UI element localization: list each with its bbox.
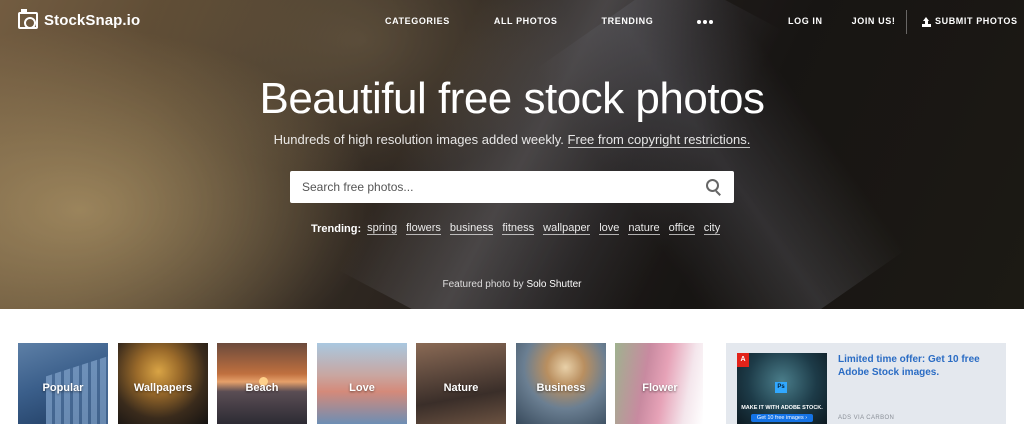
featured-prefix: Featured photo by xyxy=(442,279,527,290)
category-tile-business[interactable]: Business xyxy=(516,343,606,424)
hero-overlay xyxy=(0,0,1024,309)
nav-all-photos[interactable]: ALL PHOTOS xyxy=(494,16,558,26)
submit-photos-label: SUBMIT PHOTOS xyxy=(935,16,1018,26)
featured-credit: Featured photo by Solo Shutter xyxy=(0,279,1024,290)
trending-tag[interactable]: wallpaper xyxy=(543,222,591,235)
camera-icon xyxy=(18,9,38,29)
category-label: Beach xyxy=(245,382,279,394)
nav-divider xyxy=(906,10,907,34)
logo-text: StockSnap.io xyxy=(44,12,141,29)
category-tile-popular[interactable]: Popular xyxy=(18,343,108,424)
category-label: Nature xyxy=(443,382,479,394)
trending-tag[interactable]: flowers xyxy=(406,222,441,235)
hero-subtitle-text: Hundreds of high resolution images added… xyxy=(273,132,568,147)
category-tile-beach[interactable]: Beach xyxy=(217,343,307,424)
trending-tag[interactable]: spring xyxy=(367,222,398,235)
ad-image[interactable]: A Ps MAKE IT WITH ADOBE STOCK. Get 10 fr… xyxy=(737,353,827,424)
upload-icon xyxy=(922,16,931,26)
category-tile-nature[interactable]: Nature xyxy=(416,343,506,424)
featured-author-link[interactable]: Solo Shutter xyxy=(526,279,581,290)
trending-tag[interactable]: love xyxy=(599,222,620,235)
ad-via-link[interactable]: ADS VIA CARBON xyxy=(838,415,894,421)
ad-image-caption: MAKE IT WITH ADOBE STOCK. xyxy=(741,405,823,411)
category-label: Popular xyxy=(42,382,84,394)
category-label: Business xyxy=(536,382,586,394)
category-label: Wallpapers xyxy=(133,382,193,394)
join-link[interactable]: JOIN US! xyxy=(852,16,896,26)
ad-link[interactable]: Limited time offer: Get 10 free Adobe St… xyxy=(838,353,998,379)
adobe-logo-icon: A xyxy=(737,353,749,367)
category-tile-wallpapers[interactable]: Wallpapers xyxy=(118,343,208,424)
more-dots-icon[interactable] xyxy=(697,19,714,24)
trending-label: Trending: xyxy=(311,222,362,235)
account-nav: LOG IN JOIN US! xyxy=(788,16,895,26)
search-input[interactable] xyxy=(302,178,692,196)
main-nav: CATEGORIES ALL PHOTOS TRENDING xyxy=(385,16,714,26)
trending-tag[interactable]: city xyxy=(703,222,721,235)
submit-photos-button[interactable]: SUBMIT PHOTOS xyxy=(922,16,1018,26)
nav-categories[interactable]: CATEGORIES xyxy=(385,16,450,26)
photoshop-badge-icon: Ps xyxy=(775,382,787,393)
search-box xyxy=(290,171,734,203)
hero-banner: StockSnap.io CATEGORIES ALL PHOTOS TREND… xyxy=(0,0,1024,309)
top-nav: StockSnap.io CATEGORIES ALL PHOTOS TREND… xyxy=(0,0,1024,42)
category-label: Flower xyxy=(642,382,678,394)
search-icon[interactable] xyxy=(706,179,722,195)
category-tile-love[interactable]: Love xyxy=(317,343,407,424)
trending-tags: Trending: spring flowers business fitnes… xyxy=(311,222,729,235)
copyright-link[interactable]: Free from copyright restrictions. xyxy=(567,132,751,148)
trending-tag[interactable]: nature xyxy=(628,222,660,235)
login-link[interactable]: LOG IN xyxy=(788,16,823,26)
nav-trending[interactable]: TRENDING xyxy=(602,16,654,26)
category-tile-flower[interactable]: Flower xyxy=(615,343,703,424)
trending-tag[interactable]: business xyxy=(449,222,494,235)
hero-subtitle: Hundreds of high resolution images added… xyxy=(0,132,1024,148)
carbon-ad: A Ps MAKE IT WITH ADOBE STOCK. Get 10 fr… xyxy=(726,343,1006,424)
logo-link[interactable]: StockSnap.io xyxy=(18,9,141,29)
category-label: Love xyxy=(349,382,375,394)
trending-tag[interactable]: fitness xyxy=(502,222,535,235)
hero-title: Beautiful free stock photos xyxy=(259,74,765,123)
trending-tag[interactable]: office xyxy=(668,222,695,235)
ad-image-cta: Get 10 free images › xyxy=(751,414,813,422)
